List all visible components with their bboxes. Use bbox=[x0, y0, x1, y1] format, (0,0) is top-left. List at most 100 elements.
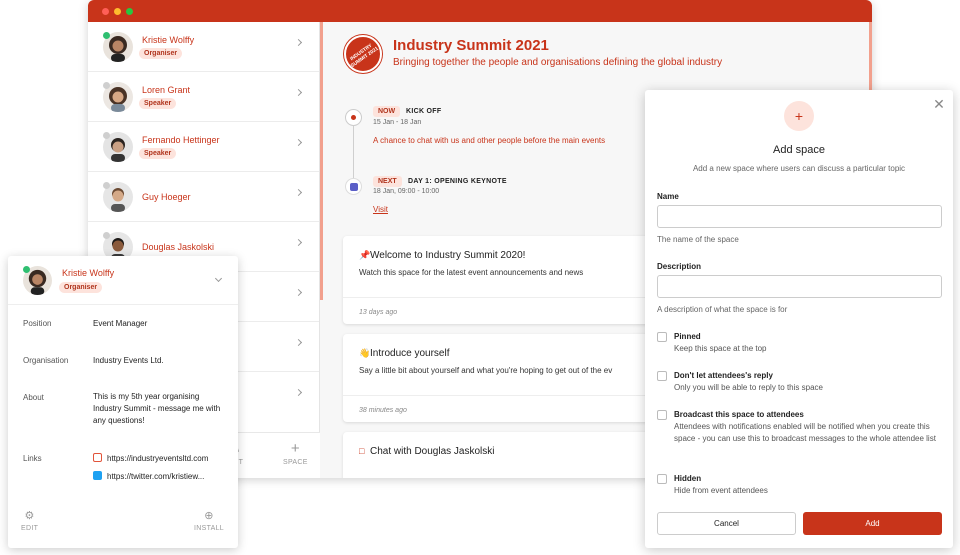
name-field[interactable] bbox=[657, 205, 942, 228]
timeline-next-tag: NEXT bbox=[373, 176, 402, 187]
timeline-line bbox=[353, 126, 354, 180]
chevron-right-icon bbox=[294, 288, 303, 297]
description-label: Description bbox=[657, 262, 702, 271]
no-reply-checkbox[interactable] bbox=[657, 371, 667, 381]
person-name: Loren Grant bbox=[142, 85, 191, 95]
pinned-label: Pinned bbox=[674, 332, 701, 341]
dialog-title: Add space bbox=[773, 144, 825, 156]
profile-panel: Kristie Wolffy Organiser Position Event … bbox=[8, 256, 238, 548]
window-close-button[interactable] bbox=[102, 8, 109, 15]
chevron-down-icon[interactable] bbox=[214, 274, 223, 283]
cancel-button[interactable]: Cancel bbox=[657, 512, 796, 535]
broadcast-label: Broadcast this space to attendees bbox=[674, 410, 804, 419]
role-badge: Organiser bbox=[139, 48, 183, 59]
dialog-subtitle: Add a new space where users can discuss … bbox=[692, 164, 906, 173]
add-button[interactable]: Add bbox=[803, 512, 942, 535]
field-value: Industry Events Ltd. bbox=[93, 356, 164, 365]
add-space-button[interactable]: + SPACE bbox=[283, 440, 308, 467]
install-button[interactable]: ⊕ INSTALL bbox=[194, 510, 224, 532]
person-item[interactable]: Fernando Hettinger Speaker bbox=[88, 122, 319, 172]
person-name: Guy Hoeger bbox=[142, 192, 191, 202]
broadcast-checkbox[interactable] bbox=[657, 410, 667, 420]
space-timestamp: 38 minutes ago bbox=[359, 407, 407, 414]
timeline-date: 18 Jan, 09:00 - 10:00 bbox=[373, 188, 440, 195]
event-subtitle: Bringing together the people and organis… bbox=[393, 57, 723, 68]
teams-icon bbox=[345, 178, 362, 195]
profile-name: Kristie Wolffy bbox=[62, 268, 115, 278]
link-text: https://twitter.com/kristiew... bbox=[107, 472, 205, 481]
close-icon[interactable]: ✕ bbox=[931, 96, 947, 112]
field-label: Position bbox=[23, 319, 52, 328]
online-status-dot bbox=[103, 32, 110, 39]
hidden-label: Hidden bbox=[674, 474, 702, 483]
hidden-checkbox[interactable] bbox=[657, 474, 667, 484]
timeline-now-tag: NOW bbox=[373, 106, 401, 117]
links-label: Links bbox=[23, 454, 42, 463]
space-label: SPACE bbox=[283, 459, 308, 466]
timeline-title: KICK OFF bbox=[406, 108, 442, 115]
chevron-right-icon bbox=[294, 188, 303, 197]
external-link-icon bbox=[93, 453, 102, 462]
space-title: Welcome to Industry Summit 2020! bbox=[370, 250, 526, 261]
role-badge: Organiser bbox=[59, 282, 103, 293]
offline-status-dot bbox=[103, 82, 110, 89]
person-name: Fernando Hettinger bbox=[142, 135, 220, 145]
offline-status-dot bbox=[103, 132, 110, 139]
offline-status-dot bbox=[103, 232, 110, 239]
plus-icon: + bbox=[784, 101, 814, 131]
profile-link[interactable]: https://twitter.com/kristiew... bbox=[93, 471, 225, 481]
field-value: Event Manager bbox=[93, 319, 148, 328]
window-maximize-button[interactable] bbox=[126, 8, 133, 15]
name-help: The name of the space bbox=[657, 235, 739, 244]
record-dot-icon bbox=[345, 109, 362, 126]
person-item[interactable]: Kristie Wolffy Organiser bbox=[88, 22, 319, 72]
space-title: Introduce yourself bbox=[370, 348, 450, 359]
pin-icon: 📌 bbox=[359, 250, 371, 260]
pinned-help: Keep this space at the top bbox=[674, 344, 767, 353]
visit-link[interactable]: Visit bbox=[373, 205, 388, 214]
broadcast-help: Attendees with notifications enabled wil… bbox=[674, 422, 936, 443]
chevron-right-icon bbox=[294, 388, 303, 397]
timeline-description: A chance to chat with us and other peopl… bbox=[373, 136, 606, 145]
description-field[interactable] bbox=[657, 275, 942, 298]
chevron-right-icon bbox=[294, 138, 303, 147]
window-minimize-button[interactable] bbox=[114, 8, 121, 15]
plus-icon: + bbox=[290, 440, 300, 457]
install-label: INSTALL bbox=[194, 525, 224, 532]
timeline-date: 15 Jan - 18 Jan bbox=[373, 119, 422, 126]
space-description: Watch this space for the latest event an… bbox=[359, 268, 584, 277]
field-label: About bbox=[23, 393, 44, 402]
no-reply-label: Don't let attendees's reply bbox=[674, 371, 773, 380]
pinned-checkbox[interactable] bbox=[657, 332, 667, 342]
link-text: https://industryeventsltd.com bbox=[107, 454, 209, 463]
timeline-title: DAY 1: OPENING KEYNOTE bbox=[408, 178, 507, 185]
hidden-help: Hide from event attendees bbox=[674, 486, 768, 495]
gear-icon: ⚙ bbox=[24, 510, 35, 522]
window-titlebar bbox=[88, 0, 872, 22]
edit-label: EDIT bbox=[21, 525, 39, 532]
chevron-right-icon bbox=[294, 88, 303, 97]
field-label: Organisation bbox=[23, 356, 69, 365]
divider bbox=[8, 304, 238, 305]
wave-icon: 👋 bbox=[359, 348, 371, 358]
space-description: Say a little bit about yourself and what… bbox=[359, 366, 613, 375]
person-name: Douglas Jaskolski bbox=[142, 242, 215, 252]
field-value: This is my 5th year organising Industry … bbox=[93, 392, 221, 425]
chat-icon: □ bbox=[359, 446, 365, 456]
twitter-icon bbox=[93, 471, 102, 480]
person-item[interactable]: Guy Hoeger bbox=[88, 172, 319, 222]
space-timestamp: 13 days ago bbox=[359, 309, 398, 316]
role-badge: Speaker bbox=[139, 98, 177, 109]
profile-link[interactable]: https://industryeventsltd.com bbox=[93, 453, 225, 463]
edit-button[interactable]: ⚙ EDIT bbox=[21, 510, 38, 532]
offline-status-dot bbox=[103, 182, 110, 189]
event-logo: INDUSTRY SUMMIT 2021 bbox=[344, 35, 382, 73]
plus-circle-icon: ⊕ bbox=[204, 510, 214, 522]
chevron-right-icon bbox=[294, 338, 303, 347]
person-item[interactable]: Loren Grant Speaker bbox=[88, 72, 319, 122]
name-label: Name bbox=[657, 192, 679, 201]
chevron-right-icon bbox=[294, 238, 303, 247]
description-help: A description of what the space is for bbox=[657, 305, 788, 314]
event-title: Industry Summit 2021 bbox=[393, 37, 549, 54]
role-badge: Speaker bbox=[139, 148, 177, 159]
